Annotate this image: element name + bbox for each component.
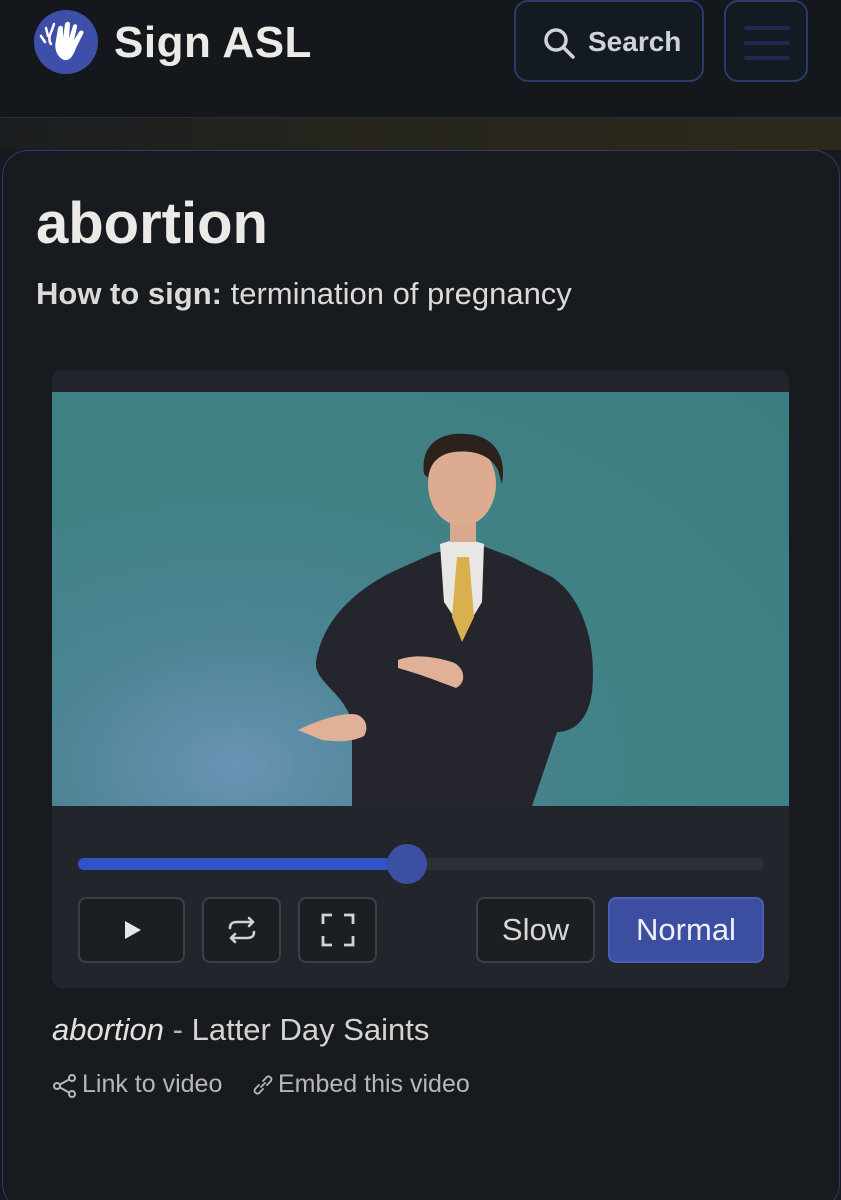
progress-thumb[interactable] xyxy=(387,844,428,884)
share-icon xyxy=(53,1074,76,1098)
speed-slow-button[interactable]: Slow xyxy=(476,897,595,963)
embed-video-label: Embed this video xyxy=(278,1070,470,1098)
search-button[interactable]: Search xyxy=(514,0,704,82)
brand-name[interactable]: Sign ASL xyxy=(114,18,312,68)
sign-title: abortion xyxy=(36,191,268,256)
loop-button[interactable] xyxy=(202,897,281,963)
sign-video[interactable] xyxy=(52,392,789,806)
caption-word: abortion xyxy=(52,1012,165,1047)
link-icon xyxy=(253,1075,273,1095)
sign-meaning: termination of pregnancy xyxy=(230,276,572,311)
play-button[interactable] xyxy=(78,897,185,963)
progress-fill xyxy=(78,858,408,870)
site-header: Sign ASL Search xyxy=(0,0,841,118)
sign-subtitle: How to sign: termination of pregnancy xyxy=(36,276,572,312)
caption-separator: - xyxy=(164,1012,192,1047)
search-label: Search xyxy=(588,26,682,57)
fullscreen-icon xyxy=(321,913,354,947)
speed-normal-button[interactable]: Normal xyxy=(608,897,764,963)
video-player: Slow Normal xyxy=(52,370,789,988)
search-icon xyxy=(544,28,575,59)
loop-icon xyxy=(228,916,255,944)
progress-slider[interactable] xyxy=(78,844,764,884)
play-icon xyxy=(124,921,141,939)
logo-icon[interactable] xyxy=(34,10,98,74)
how-to-sign-label: How to sign: xyxy=(36,276,222,311)
embed-video[interactable]: Embed this video xyxy=(252,1070,470,1099)
video-caption: abortion - Latter Day Saints xyxy=(52,1012,429,1048)
fullscreen-button[interactable] xyxy=(298,897,377,963)
link-to-video-label: Link to video xyxy=(82,1070,223,1098)
caption-source: Latter Day Saints xyxy=(191,1012,430,1047)
signer-left-hand xyxy=(298,714,367,742)
header-divider xyxy=(0,118,841,150)
menu-button[interactable] xyxy=(724,0,808,82)
hamburger-icon xyxy=(744,41,790,45)
link-to-video[interactable]: Link to video xyxy=(52,1070,222,1099)
hamburger-icon xyxy=(744,26,790,30)
hamburger-icon xyxy=(744,56,790,60)
